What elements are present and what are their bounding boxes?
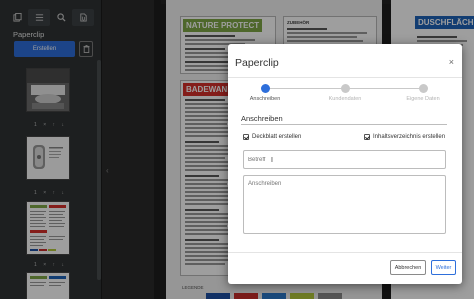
dialog-title: Paperclip	[235, 57, 279, 69]
checkbox-checked-icon[interactable]	[364, 134, 370, 140]
divider	[228, 77, 462, 78]
step-3-indicator	[419, 84, 428, 93]
next-button[interactable]: Weiter	[431, 260, 456, 275]
toc-checkbox[interactable]: Inhaltsverzeichnis erstellen	[364, 134, 445, 140]
checkbox-label: Inhaltsverzeichnis erstellen	[373, 134, 446, 140]
step-label-eigene-daten: Eigene Daten	[406, 96, 440, 102]
text-cursor-icon: I	[271, 157, 273, 164]
checkbox-checked-icon[interactable]	[243, 134, 249, 140]
cover-page-checkbox[interactable]: Deckblatt erstellen	[243, 134, 301, 140]
step-2-indicator	[341, 84, 350, 93]
section-title: Anschreiben	[241, 114, 283, 123]
checkbox-label: Deckblatt erstellen	[252, 134, 302, 140]
divider	[228, 252, 462, 253]
cancel-button[interactable]: Abbrechen	[390, 260, 426, 275]
letter-textarea[interactable]	[243, 175, 446, 234]
close-icon[interactable]: ×	[449, 58, 454, 67]
paperclip-dialog: Paperclip × Anschreiben Kundendaten Eige…	[228, 44, 462, 284]
divider	[241, 124, 447, 125]
subject-input[interactable]	[243, 150, 446, 169]
step-label-kundendaten: Kundendaten	[328, 96, 362, 102]
step-1-indicator	[261, 84, 270, 93]
step-label-anschreiben: Anschreiben	[249, 96, 281, 102]
